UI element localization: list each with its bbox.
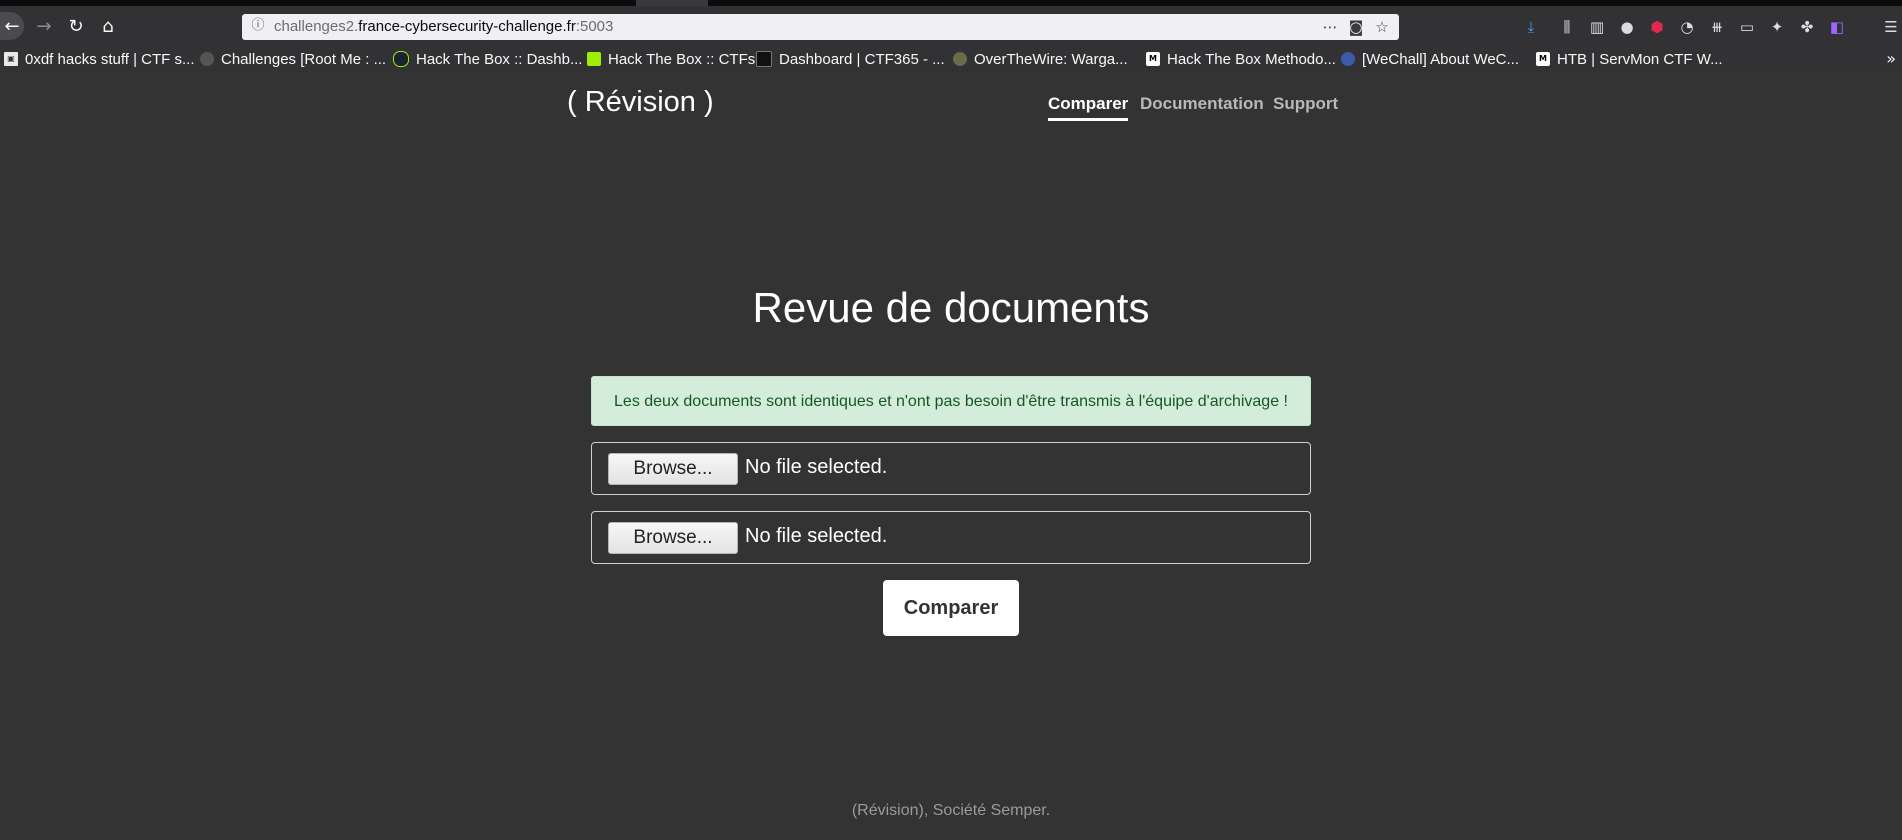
compare-button[interactable]: Comparer	[883, 580, 1019, 636]
htb-cube-favicon-icon	[587, 52, 601, 66]
extension-puzzle-icon[interactable]: ✤	[1796, 16, 1818, 38]
bookmark-label: Hack The Box :: CTFs	[608, 50, 756, 68]
home-icon[interactable]: ⌂	[94, 12, 122, 40]
bookmark-label: HTB | ServMon CTF W...	[1557, 50, 1723, 68]
bookmark-item[interactable]: M Hack The Box Methodo...	[1146, 49, 1336, 69]
address-bar[interactable]: ⓘ challenges2.france-cybersecurity-chall…	[242, 14, 1399, 40]
bookmark-item[interactable]: OverTheWire: Warga...	[953, 49, 1128, 69]
bookmark-item[interactable]: [WeChall] About WeC...	[1341, 49, 1519, 69]
url-prefix: challenges2.	[274, 18, 359, 35]
extension-magnet-icon[interactable]: ◧	[1826, 16, 1848, 38]
menu-icon[interactable]: ☰	[1880, 16, 1902, 38]
bookmark-label: 0xdf hacks stuff | CTF s...	[25, 50, 195, 68]
page-actions-icon[interactable]: ⋯	[1320, 17, 1340, 37]
bookmark-label: Challenges [Root Me : ...	[221, 50, 387, 68]
bookmark-label: Dashboard | CTF365 - ...	[779, 50, 945, 68]
file-status: No file selected.	[745, 456, 888, 478]
browser-toolbar: ← → ↻ ⌂ ⓘ challenges2.france-cybersecuri…	[0, 6, 1902, 46]
bookmarks-bar: ▣ 0xdf hacks stuff | CTF s... Challenges…	[0, 46, 1902, 72]
extension-fence-icon[interactable]: ⧻	[1706, 16, 1728, 38]
cast-icon[interactable]: ▭	[1736, 16, 1758, 38]
bookmark-label: [WeChall] About WeC...	[1362, 50, 1520, 68]
download-icon[interactable]: ⤓	[1520, 16, 1542, 38]
success-alert: Les deux documents sont identiques et n'…	[591, 376, 1311, 426]
medium-favicon-icon: M	[1536, 52, 1550, 66]
forward-icon[interactable]: →	[30, 12, 58, 40]
extension-icon[interactable]: ◔	[1676, 16, 1698, 38]
reload-icon[interactable]: ↻	[62, 12, 90, 40]
bookmark-label: OverTheWire: Warga...	[974, 50, 1128, 68]
site-info-icon[interactable]: ⓘ	[250, 18, 266, 34]
bookmark-star-icon[interactable]: ☆	[1372, 17, 1392, 37]
file-status: No file selected.	[745, 525, 888, 547]
browse-button[interactable]: Browse...	[608, 453, 738, 485]
url-text[interactable]: challenges2.france-cybersecurity-challen…	[274, 18, 613, 35]
web-page: ( Révision ) Comparer Documentation Supp…	[0, 72, 1902, 840]
0xdf-favicon-icon: ▣	[4, 52, 18, 66]
url-domain: france-cybersecurity-challenge.fr	[358, 18, 576, 35]
file-input-1[interactable]: Browse... No file selected.	[591, 442, 1311, 495]
ctf365-favicon-icon	[756, 51, 772, 67]
htb-favicon-icon	[393, 51, 409, 67]
wechall-favicon-icon	[1341, 52, 1355, 66]
bookmark-item[interactable]: ▣ 0xdf hacks stuff | CTF s...	[4, 49, 195, 69]
pocket-icon[interactable]: ◙	[1346, 17, 1366, 37]
nav-comparer[interactable]: Comparer	[1048, 94, 1129, 121]
bookmark-label: Hack The Box Methodo...	[1167, 50, 1336, 68]
footer-text: (Révision), Société Semper.	[851, 802, 1051, 819]
browse-button[interactable]: Browse...	[608, 522, 738, 554]
extension-bird-icon[interactable]: ✦	[1766, 16, 1788, 38]
library-icon[interactable]: ⫼	[1556, 16, 1578, 38]
file-input-2[interactable]: Browse... No file selected.	[591, 511, 1311, 564]
bookmark-item[interactable]: Dashboard | CTF365 - ...	[756, 49, 945, 69]
nav-documentation[interactable]: Documentation	[1140, 94, 1264, 114]
account-icon[interactable]: ●	[1616, 16, 1638, 38]
ublock-icon[interactable]: ⬢	[1646, 16, 1668, 38]
bookmarks-overflow-icon[interactable]: »	[1886, 49, 1896, 68]
page-title: Revue de documents	[752, 284, 1150, 331]
rootme-favicon-icon	[200, 52, 214, 66]
bookmark-item[interactable]: Challenges [Root Me : ...	[200, 49, 386, 69]
sidebar-icon[interactable]: ▥	[1586, 16, 1608, 38]
nav-support[interactable]: Support	[1273, 94, 1338, 114]
bookmark-label: Hack The Box :: Dashb...	[416, 50, 583, 68]
bookmark-item[interactable]: M HTB | ServMon CTF W...	[1536, 49, 1723, 69]
bookmark-item[interactable]: Hack The Box :: CTFs	[587, 49, 755, 69]
back-icon[interactable]: ←	[0, 12, 24, 40]
medium-favicon-icon: M	[1146, 52, 1160, 66]
site-brand[interactable]: ( Révision )	[567, 86, 714, 119]
bookmark-item[interactable]: Hack The Box :: Dashb...	[393, 49, 582, 69]
url-port: :5003	[575, 18, 614, 35]
overthewire-favicon-icon	[953, 52, 967, 66]
